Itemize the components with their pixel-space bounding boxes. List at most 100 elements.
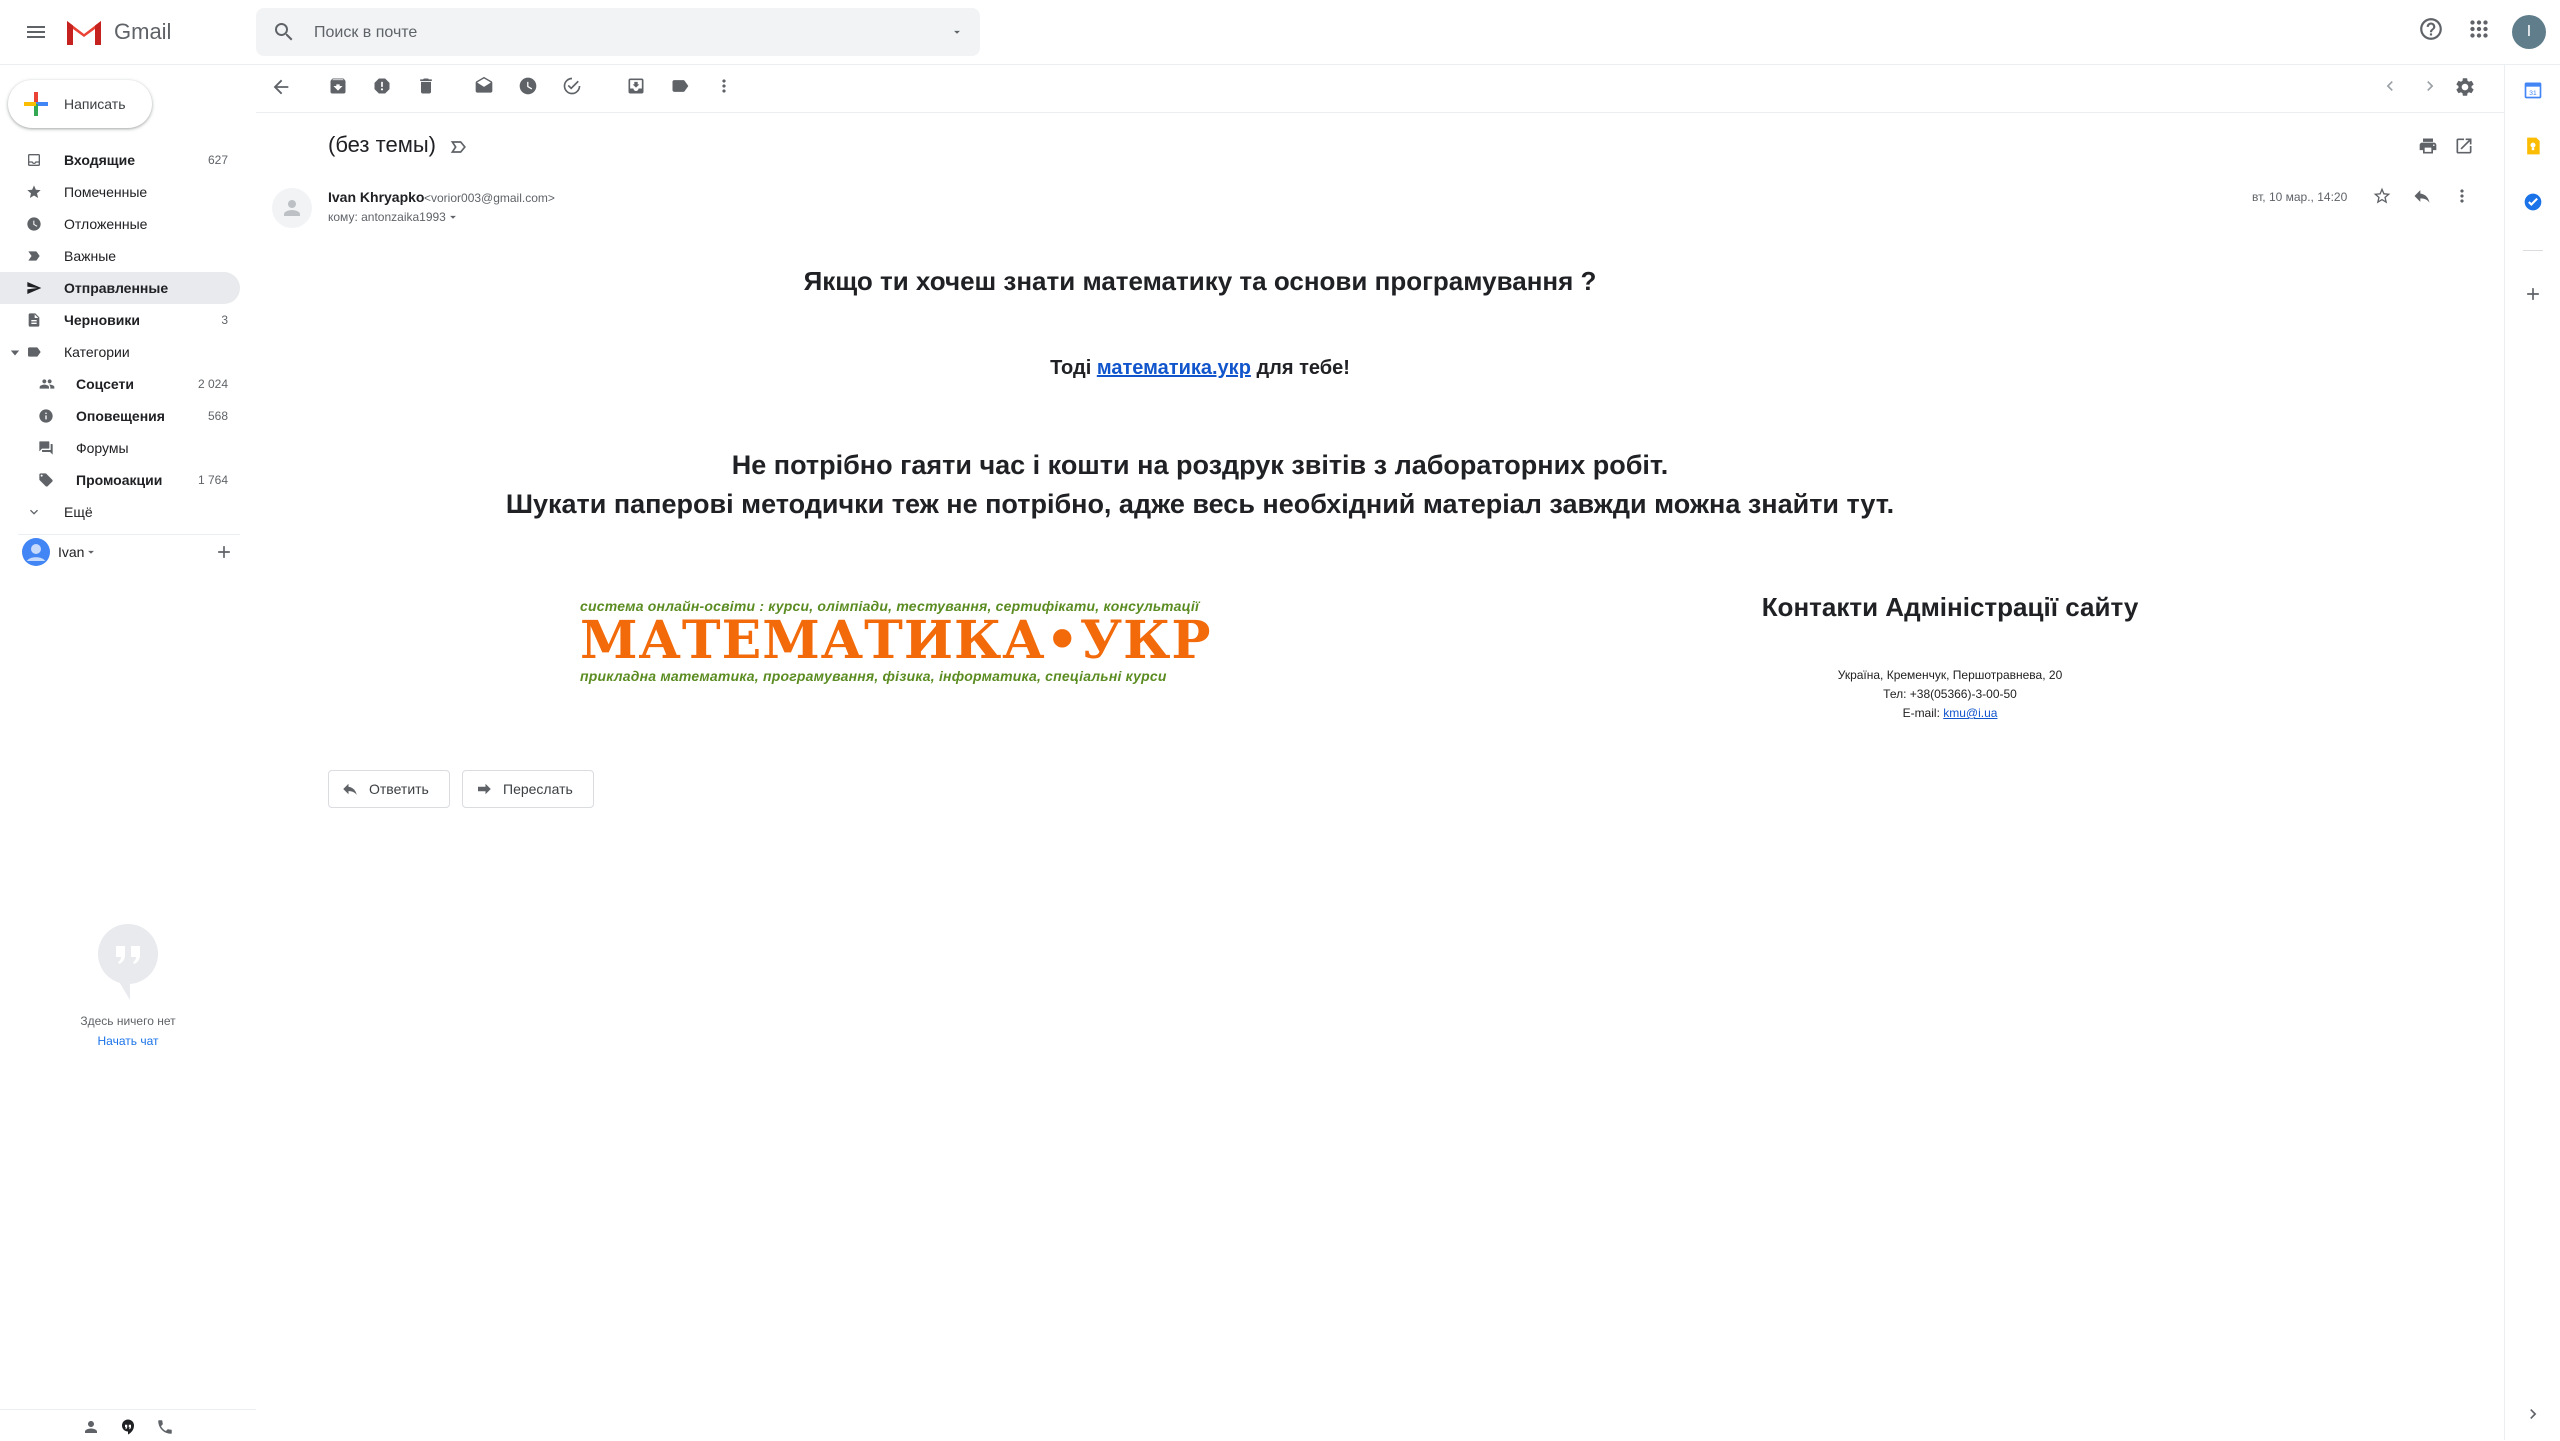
print-all-button[interactable] bbox=[2418, 136, 2438, 156]
gmail-logo[interactable]: Gmail bbox=[64, 17, 171, 47]
sender-avatar[interactable] bbox=[272, 188, 312, 228]
settings-button[interactable] bbox=[2454, 76, 2476, 98]
sidebar-item-count: 627 bbox=[207, 153, 228, 167]
reply-button[interactable]: Ответить bbox=[328, 770, 450, 808]
google-apps-button[interactable] bbox=[2466, 16, 2492, 42]
search-icon[interactable] bbox=[272, 20, 296, 44]
sidebar-item-social[interactable]: Соцсети 2 024 bbox=[0, 368, 240, 400]
sidebar-item-more[interactable]: Ещё bbox=[0, 496, 240, 528]
expand-panel-chevron-icon[interactable] bbox=[2523, 1404, 2543, 1424]
tag-icon bbox=[39, 473, 53, 487]
move-to-icon[interactable] bbox=[626, 76, 646, 96]
hangouts-icon[interactable] bbox=[119, 1418, 137, 1436]
chevron-down-icon bbox=[88, 550, 95, 554]
sidebar-item-important[interactable]: Важные bbox=[0, 240, 240, 272]
account-avatar[interactable]: I bbox=[2512, 15, 2546, 49]
sidebar-item-snoozed[interactable]: Отложенные bbox=[0, 208, 240, 240]
help-icon bbox=[2420, 18, 2442, 40]
sidebar-item-label: Промоакции bbox=[76, 472, 163, 488]
chevron-left-icon[interactable] bbox=[2380, 76, 2400, 96]
sidebar-item-label: Форумы bbox=[76, 440, 129, 456]
search-input[interactable] bbox=[312, 8, 876, 58]
sidebar-item-starred[interactable]: Помеченные bbox=[0, 176, 240, 208]
body-text: Тоді bbox=[1050, 357, 1097, 379]
mark-unread-icon[interactable] bbox=[474, 76, 494, 96]
people-icon bbox=[39, 379, 55, 389]
search-bar[interactable] bbox=[256, 8, 980, 58]
sidebar-item-label: Отправленные bbox=[64, 280, 169, 296]
contact-email-link[interactable]: kmu@i.ua bbox=[1943, 706, 1997, 720]
body-heading-2: Тоді математика.укр для тебе! bbox=[320, 357, 2080, 380]
compose-button[interactable]: Написать bbox=[8, 80, 152, 128]
site-link[interactable]: математика.укр bbox=[1097, 357, 1251, 379]
open-new-window-button[interactable] bbox=[2454, 136, 2474, 156]
message-toolbar bbox=[256, 64, 2504, 113]
body-heading-4: Шукати паперові методички теж не потрібн… bbox=[505, 489, 1895, 519]
phone-icon[interactable] bbox=[156, 1418, 174, 1436]
delete-icon[interactable] bbox=[416, 76, 436, 96]
chat-empty-state: Здесь ничего нет Начать чат bbox=[0, 924, 256, 1050]
gear-icon bbox=[2456, 78, 2474, 96]
hamburger-menu-icon bbox=[27, 26, 45, 38]
search-options-dropdown-icon[interactable] bbox=[950, 25, 964, 39]
sidebar-item-updates[interactable]: Оповещения 568 bbox=[0, 400, 240, 432]
inbox-icon bbox=[28, 154, 40, 166]
sidebar-item-categories[interactable]: Категории bbox=[0, 336, 240, 368]
keep-icon[interactable] bbox=[2523, 136, 2543, 156]
report-spam-icon[interactable] bbox=[372, 76, 392, 96]
sidebar-item-forums[interactable]: Форумы bbox=[0, 432, 240, 464]
calendar-icon[interactable]: 31 bbox=[2523, 80, 2543, 100]
plus-icon bbox=[218, 546, 230, 558]
more-vert-icon[interactable] bbox=[714, 76, 734, 96]
open-in-new-icon bbox=[2456, 138, 2472, 154]
message-more-button[interactable] bbox=[2452, 186, 2472, 206]
tasks-icon[interactable] bbox=[2523, 192, 2543, 212]
archive-icon[interactable] bbox=[328, 76, 348, 96]
sidebar-item-promotions[interactable]: Промоакции 1 764 bbox=[0, 464, 240, 496]
forward-label: Переслать bbox=[503, 781, 573, 797]
sidebar-item-inbox[interactable]: Входящие 627 bbox=[0, 144, 240, 176]
contact-phone: Тел: +38(05366)-3-00-50 bbox=[1883, 687, 2017, 701]
person-icon[interactable] bbox=[82, 1418, 100, 1436]
contacts-title: Контакти Адміністрації сайту bbox=[1761, 592, 2139, 622]
show-details-dropdown-icon[interactable] bbox=[446, 210, 460, 224]
sidebar-item-count: 2 024 bbox=[197, 377, 228, 391]
contact-address: Україна, Кременчук, Першотравнева, 20 bbox=[1837, 668, 2063, 682]
label-icon[interactable] bbox=[670, 76, 690, 96]
apps-grid-icon bbox=[2470, 20, 2488, 38]
snooze-clock-icon[interactable] bbox=[518, 76, 538, 96]
app-header: Gmail I bbox=[0, 0, 2560, 65]
chevron-right-icon[interactable] bbox=[2420, 76, 2440, 96]
new-chat-button[interactable] bbox=[214, 542, 234, 562]
hangouts-user-name: Ivan bbox=[58, 544, 85, 560]
sidebar-item-label: Важные bbox=[64, 248, 117, 264]
sender-name[interactable]: Ivan Khryapko bbox=[328, 189, 424, 205]
hangouts-user[interactable]: Ivan bbox=[22, 538, 98, 566]
person-icon bbox=[284, 200, 300, 216]
sidebar-bottom-bar bbox=[0, 1409, 256, 1441]
add-addon-plus-icon[interactable] bbox=[2523, 284, 2543, 304]
add-to-tasks-icon[interactable] bbox=[562, 76, 582, 96]
main-menu-button[interactable] bbox=[20, 16, 52, 48]
reply-label: Ответить bbox=[369, 781, 429, 797]
sidebar-item-sent[interactable]: Отправленные bbox=[0, 272, 240, 304]
reply-icon-button[interactable] bbox=[2412, 186, 2432, 206]
recipient-line[interactable]: кому: antonzaika1993 bbox=[328, 210, 460, 224]
forward-button[interactable]: Переслать bbox=[462, 770, 594, 808]
chat-empty-text: Здесь ничего нет bbox=[80, 1014, 176, 1028]
help-button[interactable] bbox=[2418, 16, 2444, 42]
sidebar-item-label: Помеченные bbox=[64, 184, 148, 200]
matematyka-ukr-logo[interactable]: система онлайн-освіти : курси, олімпіади… bbox=[580, 598, 1210, 692]
compose-label: Написать bbox=[64, 96, 126, 112]
body-heading-3: Не потрібно гаяти час і кошти на роздрук… bbox=[731, 450, 1669, 480]
sidebar-divider bbox=[18, 534, 240, 535]
star-button[interactable] bbox=[2372, 186, 2392, 206]
print-icon bbox=[2419, 138, 2437, 154]
important-marker-icon[interactable] bbox=[449, 137, 469, 157]
start-chat-link[interactable]: Начать чат bbox=[98, 1034, 159, 1048]
sidebar-item-drafts[interactable]: Черновики 3 bbox=[0, 304, 240, 336]
back-arrow-icon[interactable] bbox=[270, 76, 292, 98]
gmail-m-icon bbox=[67, 21, 101, 45]
sidebar-item-label: Входящие bbox=[64, 152, 135, 168]
collapse-triangle-icon[interactable] bbox=[10, 348, 20, 358]
